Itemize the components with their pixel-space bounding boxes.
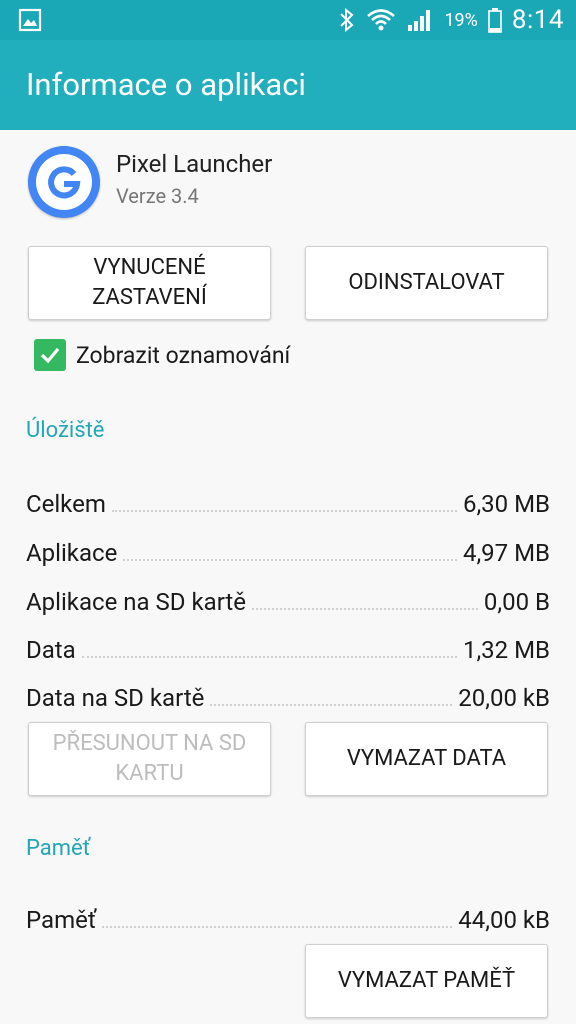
dotted-leader — [81, 656, 457, 658]
uninstall-button[interactable]: ODINSTALOVAT — [305, 246, 548, 320]
app-version: Verze 3.4 — [116, 184, 199, 208]
app-bar: Informace o aplikaci — [0, 40, 576, 130]
battery-percent: 19% — [444, 9, 478, 31]
app-header: Pixel Launcher Verze 3.4 — [0, 130, 576, 230]
row-label: Data — [26, 636, 76, 664]
row-value: 20,00 kB — [458, 684, 550, 712]
row-label: Aplikace na SD kartě — [26, 588, 246, 616]
signal-icon — [406, 8, 434, 32]
dotted-leader — [123, 559, 457, 561]
show-notifications-toggle[interactable]: Zobrazit oznamování — [34, 338, 290, 372]
row-label: Celkem — [26, 490, 106, 518]
storage-row-total: Celkem 6,30 MB — [26, 480, 550, 520]
row-value: 6,30 MB — [462, 490, 550, 518]
status-bar: 19% 8:14 — [0, 0, 576, 40]
dotted-leader — [102, 926, 453, 928]
clear-data-button[interactable]: VYMAZAT DATA — [305, 722, 548, 796]
row-value: 44,00 kB — [458, 906, 550, 934]
wifi-icon — [366, 7, 396, 33]
clock: 8:14 — [511, 5, 564, 35]
row-value: 0,00 B — [483, 588, 550, 616]
dotted-leader — [111, 510, 457, 512]
dotted-leader — [252, 608, 478, 610]
storage-row-data-sd: Data na SD kartě 20,00 kB — [26, 674, 550, 714]
image-notification-icon — [18, 8, 42, 32]
battery-icon — [488, 7, 502, 33]
storage-row-app-sd: Aplikace na SD kartě 0,00 B — [26, 578, 550, 618]
app-name: Pixel Launcher — [116, 150, 273, 178]
force-stop-button[interactable]: VYNUCENÉ ZASTAVENÍ — [28, 246, 271, 320]
row-label: Data na SD kartě — [26, 684, 205, 712]
row-value: 4,97 MB — [462, 539, 550, 567]
show-notifications-label: Zobrazit oznamování — [76, 341, 291, 369]
row-label: Paměť — [26, 906, 97, 934]
google-g-icon — [28, 146, 100, 218]
storage-row-data: Data 1,32 MB — [26, 626, 550, 666]
dotted-leader — [210, 704, 453, 706]
storage-row-app: Aplikace 4,97 MB — [26, 529, 550, 569]
page-title: Informace o aplikaci — [26, 66, 306, 103]
cache-section-header: Paměť — [26, 836, 91, 861]
move-to-sd-button[interactable]: PŘESUNOUT NA SD KARTU — [28, 722, 271, 796]
row-label: Aplikace — [26, 539, 118, 567]
row-value: 1,32 MB — [462, 636, 550, 664]
checkbox-checked-icon[interactable] — [34, 339, 66, 371]
storage-section-header: Úložiště — [26, 418, 105, 443]
clear-cache-button[interactable]: VYMAZAT PAMĚŤ — [305, 944, 548, 1018]
cache-row: Paměť 44,00 kB — [26, 896, 550, 936]
bluetooth-icon — [338, 7, 356, 33]
